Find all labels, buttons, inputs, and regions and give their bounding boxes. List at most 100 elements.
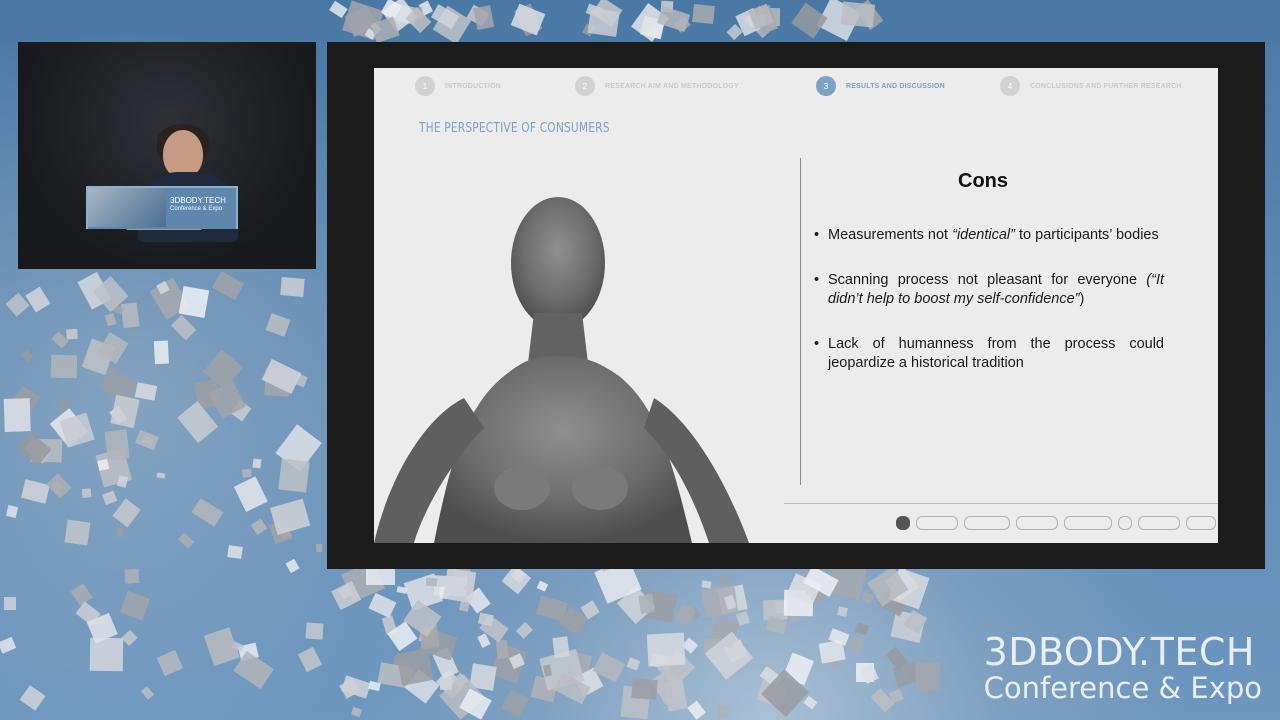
sponsor-logo-4 — [1016, 516, 1058, 530]
background-shard — [861, 591, 875, 604]
brand-subtitle: Conference & Expo — [983, 671, 1262, 705]
background-shard — [719, 575, 731, 586]
background-shard — [5, 505, 18, 519]
cons-list: • Measurements not “identical” to partic… — [814, 226, 1164, 399]
background-shard — [156, 472, 166, 479]
background-shard — [701, 580, 712, 589]
sponsor-logo-1 — [896, 516, 910, 530]
horizontal-divider — [784, 503, 1218, 504]
avatar-head — [511, 197, 605, 329]
background-shard — [135, 381, 158, 400]
background-shard — [191, 498, 224, 528]
avatar-torso — [434, 356, 692, 543]
background-shard — [51, 354, 78, 379]
sponsor-logo-7 — [1138, 516, 1180, 530]
sponsor-logo-5 — [1064, 516, 1112, 530]
background-shard — [440, 677, 452, 691]
background-shard — [473, 4, 495, 30]
background-shard — [140, 686, 154, 701]
slide-title: THE PERSPECTIVE OF CONSUMERS — [419, 121, 610, 136]
background-shard — [156, 649, 184, 677]
podium-logo: 3DBODY.TECH Conference & Expo — [170, 196, 226, 214]
background-shard — [279, 277, 305, 298]
step-number: 2 — [575, 76, 595, 96]
background-shard — [123, 569, 139, 584]
conference-brand: 3DBODY.TECH Conference & Expo — [984, 632, 1262, 704]
background-shard — [101, 490, 117, 505]
bullet: • — [814, 272, 820, 288]
background-shard — [252, 458, 262, 469]
background-shard — [889, 689, 904, 704]
background-shard — [64, 519, 91, 545]
background-shard — [840, 1, 876, 28]
step-label: RESEARCH AIM AND METHODOLOGY — [605, 82, 739, 90]
background-shard — [96, 459, 109, 472]
background-shard — [119, 590, 151, 621]
background-shard — [19, 684, 47, 711]
background-shard — [587, 8, 620, 38]
vertical-divider — [800, 158, 801, 485]
background-shard — [315, 543, 323, 553]
background-shard — [638, 594, 655, 614]
background-shard — [542, 664, 552, 677]
background-shard — [837, 605, 848, 617]
cons-item-text: Measurements not — [828, 227, 953, 243]
background-shard — [350, 706, 362, 718]
background-shard — [691, 3, 715, 25]
background-shard — [69, 583, 93, 607]
step-label: RESULTS AND DISCUSSION — [846, 82, 945, 90]
background-shard — [495, 639, 509, 659]
step-number: 4 — [1000, 76, 1020, 96]
background-shard — [735, 610, 751, 626]
cons-item-1: • Measurements not “identical” to partic… — [814, 226, 1164, 245]
background-shard — [305, 622, 324, 640]
sponsor-logo-3 — [964, 516, 1010, 530]
background-shard — [516, 621, 534, 639]
background-shard — [58, 399, 68, 411]
speaker-head — [163, 130, 203, 178]
body-scan-avatar — [374, 197, 749, 543]
background-shard — [45, 472, 72, 499]
progress-step-3: 3 RESULTS AND DISCUSSION — [816, 76, 945, 96]
background-shard — [242, 469, 253, 479]
background-shard — [110, 394, 141, 428]
cons-item-2: • Scanning process not pleasant for ever… — [814, 271, 1164, 309]
podium-logo-subtitle: Conference & Expo — [170, 206, 223, 212]
background-shard — [0, 637, 17, 655]
speaker-video — [18, 42, 316, 269]
bullet: • — [814, 227, 820, 243]
cons-item-text-after: to participants’ bodies — [1014, 227, 1159, 243]
background-shard — [116, 528, 124, 537]
background-shard — [646, 632, 686, 667]
cons-heading: Cons — [958, 170, 1008, 192]
podium-image — [88, 188, 166, 227]
background-shard — [117, 474, 129, 488]
background-shard — [104, 428, 130, 460]
bullet: • — [814, 336, 820, 352]
background-shard — [250, 518, 268, 536]
background-shard — [553, 636, 571, 659]
background-shard — [3, 397, 31, 432]
background-shard — [265, 313, 291, 337]
background-shard — [112, 498, 142, 529]
background-shard — [51, 331, 69, 349]
cons-item-emphasis: “identical” — [952, 227, 1015, 243]
background-shard — [277, 458, 309, 493]
background-shard — [104, 312, 117, 326]
step-label: INTRODUCTION — [445, 82, 502, 90]
background-shard — [536, 580, 548, 592]
progress-bar: 1 INTRODUCTION 2 RESEARCH AIM AND METHOD… — [374, 68, 1218, 102]
background-shard — [176, 401, 219, 444]
background-shard — [170, 314, 197, 341]
background-shard — [915, 662, 941, 693]
avatar-neck — [528, 313, 588, 363]
step-label: CONCLUSIONS AND FURTHER RESEARCH — [1030, 82, 1182, 90]
podium-logo-title: 3DBODY.TECH — [170, 196, 226, 205]
background-shard — [501, 564, 531, 594]
background-shard — [4, 597, 16, 611]
background-shard — [501, 689, 530, 718]
progress-step-1: 1 INTRODUCTION — [415, 76, 501, 96]
background-shard — [134, 429, 159, 450]
background-shard — [791, 2, 828, 39]
step-number: 3 — [816, 76, 836, 96]
